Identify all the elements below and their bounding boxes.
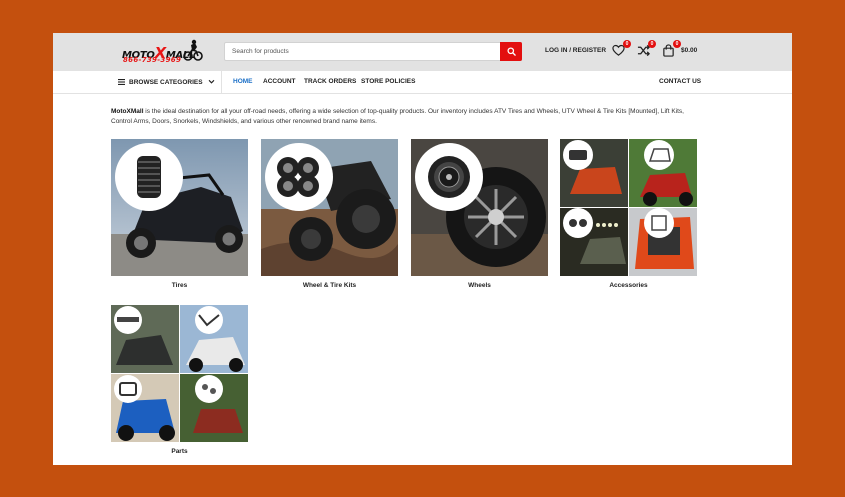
motorcycle-rider-icon [183,39,203,61]
cart-total[interactable]: $0.00 [681,47,697,54]
nav-home[interactable]: HOME [233,78,253,85]
search-input[interactable] [224,42,522,61]
browse-categories-dropdown[interactable]: BROWSE CATEGORIES [111,71,222,93]
logo-phone: 866-739-3969 [123,56,182,64]
website: MOTOXMALL 866-739-3969 LOG IN / REGISTER… [53,33,792,465]
nav-track-orders[interactable]: TRACK ORDERS [304,78,356,85]
cart-count-badge: 0 [673,40,681,48]
main-navigation: BROWSE CATEGORIES HOME ACCOUNT TRACK ORD… [53,71,792,94]
category-label-accessories[interactable]: Accessories [560,282,697,289]
product-badge-wheel-tire-kit [265,143,333,211]
category-card-wheels[interactable]: Wheels [411,139,548,289]
category-card-parts[interactable]: Parts [111,305,248,455]
search-icon [506,47,516,56]
category-card-wheel-tire-kits[interactable]: Wheel & Tire Kits [261,139,398,289]
nav-store-policies[interactable]: STORE POLICIES [361,78,415,85]
product-badge-wheel [415,143,483,211]
login-register-link[interactable]: LOG IN / REGISTER [545,47,606,54]
intro-brand: MotoXMall [111,108,144,115]
category-image-tires[interactable] [111,139,248,276]
category-image-parts[interactable] [111,305,248,442]
category-image-wheels[interactable] [411,139,548,276]
chevron-down-icon [208,79,215,84]
category-label-parts[interactable]: Parts [111,448,248,455]
browse-categories-label: BROWSE CATEGORIES [129,78,203,86]
nav-contact-us[interactable]: CONTACT US [659,78,701,85]
compare-count-badge: 0 [648,40,656,48]
wishlist-count-badge: 0 [623,40,631,48]
category-label-tires[interactable]: Tires [111,282,248,289]
category-card-accessories[interactable]: Accessories [560,139,697,289]
hamburger-icon [118,79,125,85]
category-label-wheel-tire-kits[interactable]: Wheel & Tire Kits [261,282,398,289]
intro-text: is the ideal destination for all your of… [111,108,684,125]
search-button[interactable] [500,42,522,61]
site-logo[interactable]: MOTOXMALL 866-739-3969 [121,39,203,65]
compare-button[interactable]: 0 [637,40,656,58]
category-label-wheels[interactable]: Wheels [411,282,548,289]
product-badge-tire [115,143,183,211]
nav-account[interactable]: ACCOUNT [263,78,296,85]
category-card-tires[interactable]: Tires [111,139,248,289]
header: MOTOXMALL 866-739-3969 LOG IN / REGISTER… [53,33,792,71]
intro-paragraph: MotoXMall is the ideal destination for a… [111,107,701,127]
category-image-wheel-tire-kits[interactable] [261,139,398,276]
category-image-accessories[interactable] [560,139,697,276]
wishlist-button[interactable]: 0 [612,40,631,58]
cart-button[interactable]: 0 [662,40,681,58]
